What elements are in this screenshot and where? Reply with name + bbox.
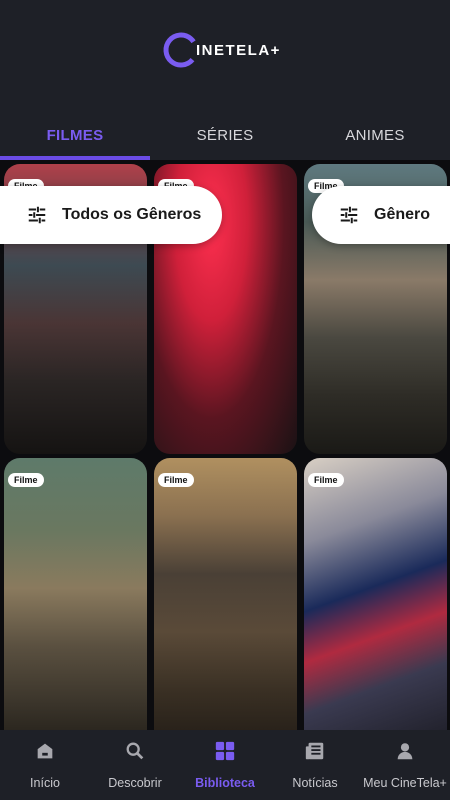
tab-animes[interactable]: ANIMES <box>300 110 450 160</box>
logo-text: INETELA+ <box>196 41 281 59</box>
genre-filter-button[interactable]: Gênero <box>312 186 450 244</box>
nav-noticias[interactable]: Notícias <box>270 730 360 800</box>
profile-icon <box>397 743 413 760</box>
nav-label: Notícias <box>292 776 338 790</box>
home-icon <box>37 743 53 759</box>
nav-label: Meu CineTela+ <box>363 776 447 790</box>
nav-meu-cinetela[interactable]: Meu CineTela+ <box>360 730 450 800</box>
sliders-icon <box>28 206 46 224</box>
nav-label: Biblioteca <box>195 776 255 790</box>
all-genres-filter-button[interactable]: Todos os Gêneros <box>0 186 222 244</box>
poster-card[interactable]: Filme <box>304 458 447 730</box>
logo-mark <box>162 31 200 69</box>
type-badge: Filme <box>308 473 344 487</box>
top-bar: INETELA+ FILMES SÉRIES ANIMES <box>0 0 450 160</box>
poster-grid: Filme Filme Filme Filme Filme Filme <box>0 160 450 730</box>
tab-filmes[interactable]: FILMES <box>0 110 150 160</box>
genre-label: Gênero <box>374 206 431 223</box>
poster-card[interactable]: Filme <box>4 458 147 730</box>
nav-label: Início <box>30 776 60 790</box>
nav-inicio[interactable]: Início <box>0 730 90 800</box>
news-icon <box>305 742 324 760</box>
tab-series[interactable]: SÉRIES <box>150 110 300 160</box>
sliders-icon <box>340 206 358 224</box>
poster-card[interactable]: Filme <box>154 458 297 730</box>
nav-label: Descobrir <box>108 776 162 790</box>
all-genres-label: Todos os Gêneros <box>62 206 202 223</box>
search-icon <box>126 742 144 760</box>
nav-biblioteca[interactable]: Biblioteca <box>180 730 270 800</box>
grid-icon <box>215 741 235 761</box>
app-logo: INETELA+ <box>162 30 281 70</box>
type-badge: Filme <box>8 473 44 487</box>
type-badge: Filme <box>158 473 194 487</box>
bottom-navigation: Início Descobrir Biblioteca Notícias Meu… <box>0 730 450 800</box>
content-tabs: FILMES SÉRIES ANIMES <box>0 110 450 160</box>
nav-descobrir[interactable]: Descobrir <box>90 730 180 800</box>
